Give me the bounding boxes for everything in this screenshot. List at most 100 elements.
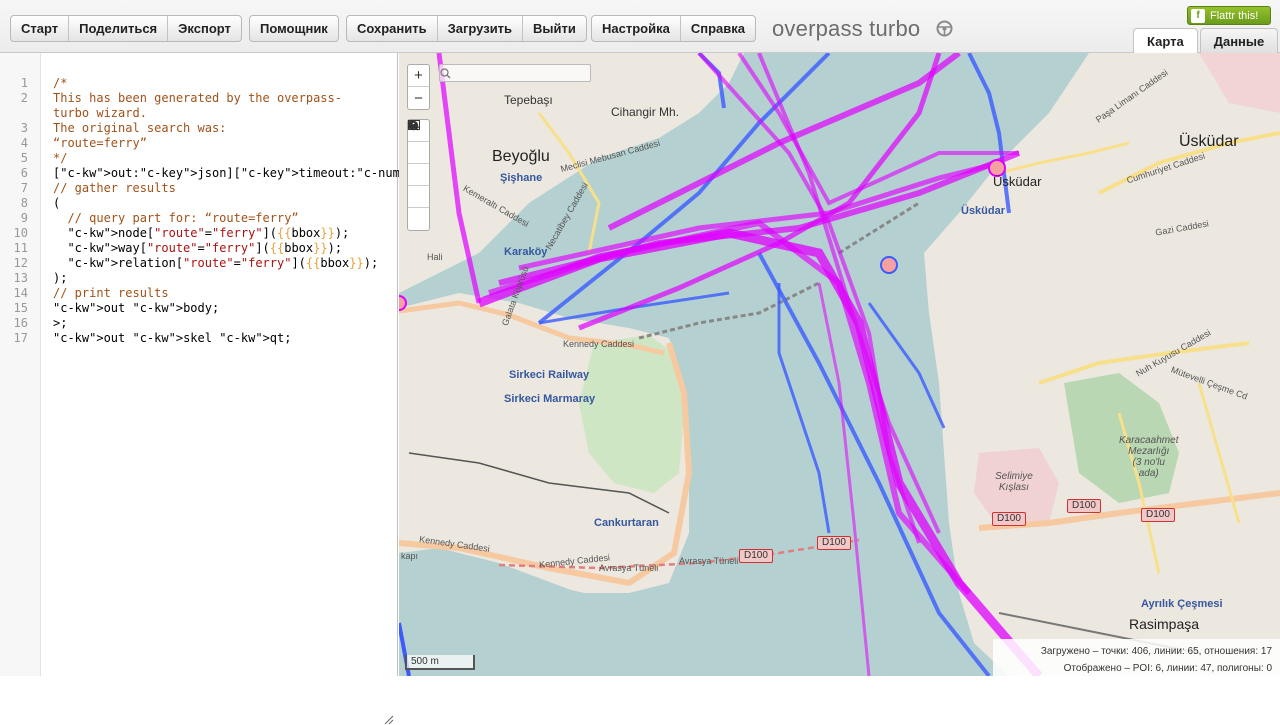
- line-number: 2: [20, 91, 28, 105]
- line-number: 11: [13, 241, 28, 255]
- line-number: 6: [20, 166, 28, 180]
- code-text: "c-kw">node["route"="ferry"]({{bbox}});: [67, 226, 350, 240]
- map-label: Sirkeci Marmaray: [504, 393, 596, 405]
- map-tools-control: [407, 119, 430, 231]
- line-number: 1: [20, 76, 28, 90]
- flattr-label: Flattr this!: [1210, 9, 1259, 22]
- code-text: // gather results: [53, 181, 176, 195]
- map-label: Üsküdar: [961, 205, 1006, 217]
- code-text: */: [53, 151, 68, 165]
- map-label: Rasimpaşa: [1129, 616, 1200, 632]
- line-number: 9: [20, 211, 28, 225]
- map-search-input[interactable]: [439, 64, 591, 82]
- road-shield: D100: [817, 536, 851, 550]
- code-text: turbo wizard.: [53, 106, 147, 120]
- line-number: 16: [13, 316, 28, 330]
- locate-button[interactable]: [408, 121, 429, 164]
- code-text: // query part for: “route=ferry”: [53, 211, 299, 225]
- line-number: 17: [13, 331, 28, 345]
- clear-data-button[interactable]: [408, 120, 429, 230]
- code-text: ["c-kw">out:"c-key">json]["c-key">timeou…: [53, 166, 443, 180]
- export-button[interactable]: Экспорт: [168, 16, 241, 41]
- code-text: "c-kw">relation["route"="ferry"]({{bbox}…: [67, 256, 379, 270]
- map-label: Beyoğlu: [492, 148, 550, 165]
- code-text: /*: [53, 76, 68, 90]
- toolbar: Старт Поделиться Экспорт Помощник Сохран…: [0, 0, 1280, 54]
- query-editor[interactable]: 1 /* 2 This has been generated by the overp…: [0, 53, 443, 725]
- code-text: "c-kw">way["route"="ferry"]({{bbox}});: [67, 241, 343, 255]
- code-text: "c-kw">out "c-kw">body;: [53, 301, 220, 315]
- line-number: 10: [13, 226, 28, 240]
- code-text: );: [53, 271, 68, 285]
- code-text: >;: [53, 316, 68, 330]
- map-label: Avrasya Tüneli: [679, 556, 739, 566]
- map-label: kapı: [401, 551, 419, 561]
- logout-button[interactable]: Выйти: [523, 16, 586, 41]
- wizard-button[interactable]: Помощник: [250, 16, 338, 41]
- map-label: Üsküdar: [993, 174, 1042, 189]
- map-label: Hali: [427, 252, 443, 262]
- share-button[interactable]: Поделиться: [69, 16, 169, 41]
- resize-handle-icon[interactable]: [384, 715, 394, 725]
- map-label: Selimiye Kışlası: [995, 471, 1033, 493]
- code-text: The original search was:: [53, 121, 227, 135]
- map-label: Kennedy Caddesi: [563, 339, 635, 349]
- ferry-stop-harem: [880, 256, 898, 274]
- map-scale: 500 m: [405, 655, 475, 670]
- tab-data[interactable]: Данные: [1199, 28, 1279, 53]
- line-number: 8: [20, 196, 28, 210]
- line-number: 3: [20, 121, 28, 135]
- help-button[interactable]: Справка: [681, 16, 755, 41]
- zoom-out-button[interactable]: −: [408, 87, 429, 109]
- map-label: Cankurtaran: [594, 517, 659, 529]
- settings-button[interactable]: Настройка: [592, 16, 681, 41]
- export-image-button[interactable]: [408, 120, 429, 186]
- flattr-button[interactable]: f Flattr this!: [1187, 6, 1271, 25]
- load-button[interactable]: Загрузить: [438, 16, 524, 41]
- code-text: “route=ferry”: [53, 136, 147, 150]
- road-shield: D100: [1141, 508, 1175, 522]
- stats-loaded: Загружено – точки: 406, линии: 65, отнош…: [1040, 646, 1272, 657]
- code-text: // print results: [53, 286, 169, 300]
- toolbar-group-settings: Настройка Справка: [591, 15, 756, 42]
- code-text: This has been generated by the overpass-: [53, 91, 342, 105]
- map-label: Şişhane: [500, 172, 543, 184]
- map-label: Tepebaşı: [504, 93, 553, 107]
- line-number: 7: [20, 181, 28, 195]
- zoom-in-button[interactable]: +: [408, 65, 429, 87]
- flattr-icon: f: [1191, 8, 1205, 23]
- map-label: Avrasya Tüneli: [599, 563, 659, 573]
- road-shield: D100: [992, 512, 1026, 526]
- map-label: Üsküdar: [1179, 133, 1239, 150]
- zoom-control: + −: [407, 64, 430, 110]
- map-label: Karacaahmet Mezarlığı (3 no'lu ada): [1119, 435, 1179, 479]
- view-tabs: Карта Данные: [1133, 28, 1280, 54]
- map-label: Sirkeci Railway: [509, 369, 590, 381]
- map-label: Karaköy: [504, 246, 548, 258]
- save-button[interactable]: Сохранить: [347, 16, 438, 41]
- brand-title: overpass turbo: [772, 16, 921, 41]
- stats-shown: Отображено – POI: 6, линии: 47, полигоны…: [1063, 663, 1272, 674]
- line-number: 15: [13, 301, 28, 315]
- map-view[interactable]: Tepebaşı Cihangir Mh. Beyoğlu Şişhane Ka…: [399, 53, 1280, 676]
- data-stats: Загружено – точки: 406, линии: 65, отнош…: [993, 639, 1280, 676]
- tab-map[interactable]: Карта: [1133, 28, 1198, 54]
- line-number: 12: [13, 256, 28, 270]
- fullscreen-button[interactable]: [408, 120, 429, 208]
- line-number: 4: [20, 136, 28, 150]
- code-text: "c-kw">out "c-kw">skel "c-kw">qt;: [53, 331, 292, 345]
- map-label: Cihangir Mh.: [611, 105, 680, 119]
- toolbar-group-file: Старт Поделиться Экспорт: [10, 15, 242, 42]
- toolbar-group-wizard: Помощник: [249, 15, 339, 42]
- line-number: 13: [13, 271, 28, 285]
- prohibited-icon: [408, 120, 419, 131]
- line-number: 14: [13, 286, 28, 300]
- toolbar-group-storage: Сохранить Загрузить Выйти: [346, 15, 587, 42]
- brand-logo-icon: [936, 20, 953, 37]
- code-text: (: [53, 196, 61, 210]
- start-button[interactable]: Старт: [11, 16, 70, 41]
- road-shield: D100: [1067, 499, 1101, 513]
- search-icon: [440, 68, 451, 79]
- road-shield: D100: [739, 549, 773, 563]
- line-number: 5: [20, 151, 28, 165]
